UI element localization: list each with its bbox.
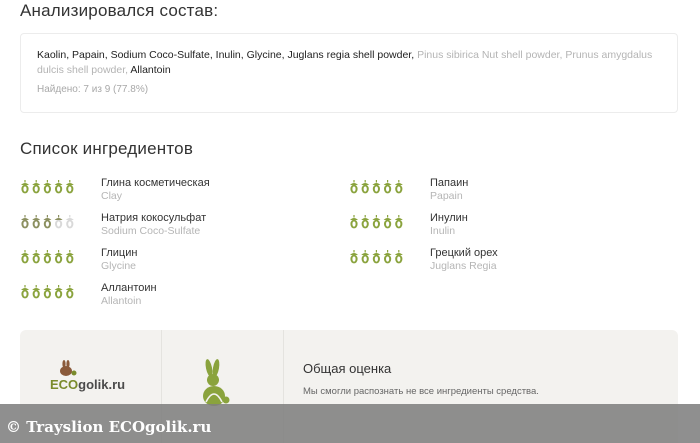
composition-ingredient[interactable]: Inulin: [216, 49, 241, 61]
ingredient-name-ru: Глина косметическая: [101, 177, 210, 189]
acorn-icon: [43, 180, 52, 194]
acorn-icon: [32, 180, 41, 194]
composition-ingredient[interactable]: Kaolin: [37, 49, 66, 61]
acorn-icon: [54, 215, 63, 229]
acorn-icon: [54, 250, 63, 264]
acorn-icon: [361, 180, 370, 194]
ingredient-name-ru: Глицин: [101, 247, 138, 259]
ingredient-name-en: Glycine: [101, 260, 137, 272]
rating-acorns: [21, 285, 74, 299]
rating-acorns: [21, 180, 74, 194]
watermark-bar: © Trayslion ECOgolik.ru: [0, 404, 700, 443]
ingredient-names: Папаин Papain: [430, 176, 468, 203]
rating-acorns: [21, 215, 74, 229]
rating-acorns: [350, 250, 403, 264]
ingredient-name-ru: Натрия кокосульфат: [101, 212, 207, 224]
ecogolik-logo[interactable]: ECOgolik.ru: [50, 360, 140, 404]
acorn-icon: [32, 250, 41, 264]
acorn-icon: [394, 250, 403, 264]
ingredients-list: Глина косметическая Clay Папаин Papain Натри…: [20, 176, 680, 316]
acorn-icon: [394, 215, 403, 229]
acorn-icon: [21, 180, 29, 194]
acorn-icon: [43, 285, 52, 299]
ingredients-list-title: Список ингредиентов: [20, 139, 194, 158]
acorn-icon: [383, 215, 392, 229]
ingredient-item[interactable]: Натрия кокосульфат Sodium Coco-Sulfate: [20, 211, 320, 241]
acorn-icon: [65, 215, 74, 229]
acorn-icon: [43, 250, 52, 264]
eco-logo-rabbit-icon: [60, 360, 77, 376]
acorn-icon: [372, 250, 381, 264]
rabbit-icon: [203, 359, 230, 406]
acorn-icon: [21, 215, 29, 229]
ingredient-item[interactable]: Глицин Glycine: [20, 246, 320, 276]
acorn-icon: [394, 180, 403, 194]
composition-ingredient[interactable]: Juglans regia shell powder: [287, 49, 411, 61]
acorn-icon: [383, 180, 392, 194]
ingredient-name-ru: Грецкий орех: [430, 247, 498, 259]
logo-text: ECOgolik.ru: [50, 377, 125, 392]
composition-text: Kaolin, Papain, Sodium Coco-Sulfate, Inu…: [37, 48, 661, 78]
analyzed-title: Анализировался состав:: [20, 1, 219, 20]
ingredient-name-en: Juglans Regia: [430, 260, 497, 272]
ingredient-names: Глина косметическая Clay: [101, 176, 210, 203]
acorn-icon: [43, 215, 52, 229]
acorn-icon: [65, 250, 74, 264]
acorn-icon: [54, 285, 63, 299]
acorn-icon: [350, 180, 358, 194]
composition-ingredient[interactable]: Sodium Coco-Sulfate: [111, 49, 210, 61]
ingredient-names: Инулин Inulin: [430, 211, 468, 238]
acorn-icon: [372, 215, 381, 229]
ingredient-names: Глицин Glycine: [101, 246, 137, 273]
ingredient-item[interactable]: Аллантоин Allantoin: [20, 281, 320, 311]
overall-rating-description: Мы смогли распознать не все ингредиенты …: [303, 386, 539, 397]
ingredient-name-ru: Инулин: [430, 212, 468, 224]
acorn-icon: [361, 215, 370, 229]
overall-rating-title: Общая оценка: [303, 361, 392, 376]
acorn-icon: [372, 180, 381, 194]
acorn-icon: [21, 250, 29, 264]
composition-ingredient[interactable]: Glycine: [247, 49, 282, 61]
ingredient-name-en: Papain: [430, 190, 463, 202]
logo-eco: ECO: [50, 377, 79, 392]
acorn-icon: [65, 180, 74, 194]
ingredient-name-ru: Папаин: [430, 177, 469, 189]
acorn-icon: [350, 250, 358, 264]
ingredient-name-en: Inulin: [430, 225, 456, 237]
rating-acorns: [21, 250, 74, 264]
watermark-text: © Trayslion ECOgolik.ru: [6, 418, 212, 436]
found-count: Найдено: 7 из 9 (77.8%): [37, 84, 149, 95]
acorn-icon: [361, 250, 370, 264]
ingredient-name-en: Sodium Coco-Sulfate: [101, 225, 201, 237]
acorn-icon: [350, 215, 358, 229]
ingredient-names: Натрия кокосульфат Sodium Coco-Sulfate: [101, 211, 206, 238]
ingredient-item[interactable]: Грецкий орех Juglans Regia: [349, 246, 649, 276]
ingredient-item[interactable]: Папаин Papain: [349, 176, 649, 206]
acorn-icon: [32, 285, 41, 299]
composition-box: Kaolin, Papain, Sodium Coco-Sulfate, Inu…: [20, 33, 678, 113]
composition-ingredient[interactable]: Allantoin: [130, 64, 170, 76]
acorn-icon: [32, 215, 41, 229]
composition-ingredient[interactable]: Pinus sibirica Nut shell powder: [417, 49, 559, 61]
ingredient-name-ru: Аллантоин: [101, 282, 157, 294]
rating-acorns: [350, 215, 403, 229]
logo-domain: golik.ru: [78, 377, 126, 392]
ingredient-item[interactable]: Глина косметическая Clay: [20, 176, 320, 206]
acorn-icon: [21, 285, 29, 299]
ingredient-names: Аллантоин Allantoin: [101, 281, 157, 308]
ingredient-names: Грецкий орех Juglans Regia: [430, 246, 498, 273]
acorn-icon: [383, 250, 392, 264]
rating-acorns: [350, 180, 403, 194]
acorn-icon: [54, 180, 63, 194]
ingredient-name-en: Clay: [101, 190, 123, 202]
acorn-icon: [65, 285, 74, 299]
ingredient-name-en: Allantoin: [101, 295, 142, 307]
ingredient-item[interactable]: Инулин Inulin: [349, 211, 649, 241]
composition-ingredient[interactable]: Papain: [72, 49, 105, 61]
